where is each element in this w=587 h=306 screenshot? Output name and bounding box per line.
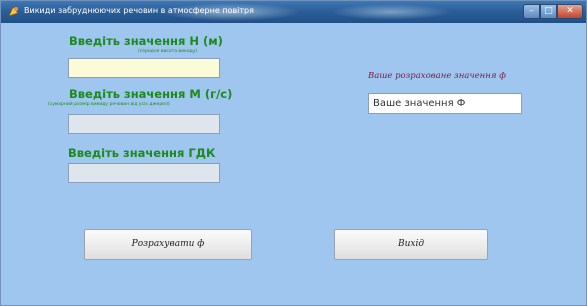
main-window: Викиди забруднюючих речовин в атмосферне…: [0, 0, 587, 306]
exit-button-label: Вихід: [397, 239, 425, 249]
m-label: Введіть значення М (г/с): [69, 87, 233, 101]
maximize-button[interactable]: □: [540, 4, 557, 19]
h-hint: (середня висота викиду): [138, 49, 198, 54]
title-bar-glow: [331, 4, 451, 20]
gdk-label: Введіть значення ГДК: [68, 146, 216, 160]
maximize-icon: □: [544, 6, 553, 16]
gdk-input[interactable]: [68, 163, 220, 183]
calculate-button-label: Розрахувати ф: [131, 239, 205, 249]
app-icon: [8, 6, 19, 17]
result-label: Ваше розраховане значення ф: [368, 71, 506, 81]
title-bar[interactable]: Викиди забруднюючих речовин в атмосферне…: [1, 1, 586, 23]
minimize-button[interactable]: –: [523, 4, 540, 19]
calculate-button[interactable]: Розрахувати ф: [84, 229, 252, 260]
m-hint: (сумарний розмір викиду речовин від усіх…: [48, 102, 170, 107]
h-label: Введіть значення Н (м): [69, 34, 223, 48]
result-field[interactable]: Ваше значення Ф: [368, 93, 522, 114]
close-icon: ✕: [566, 6, 574, 16]
h-input[interactable]: [68, 58, 220, 78]
m-input[interactable]: [68, 114, 220, 134]
exit-button[interactable]: Вихід: [334, 229, 488, 260]
window-title: Викиди забруднюючих речовин в атмосферне…: [24, 6, 254, 15]
minimize-icon: –: [529, 6, 534, 16]
close-button[interactable]: ✕: [557, 4, 583, 19]
caption-buttons: – □ ✕: [523, 4, 583, 19]
